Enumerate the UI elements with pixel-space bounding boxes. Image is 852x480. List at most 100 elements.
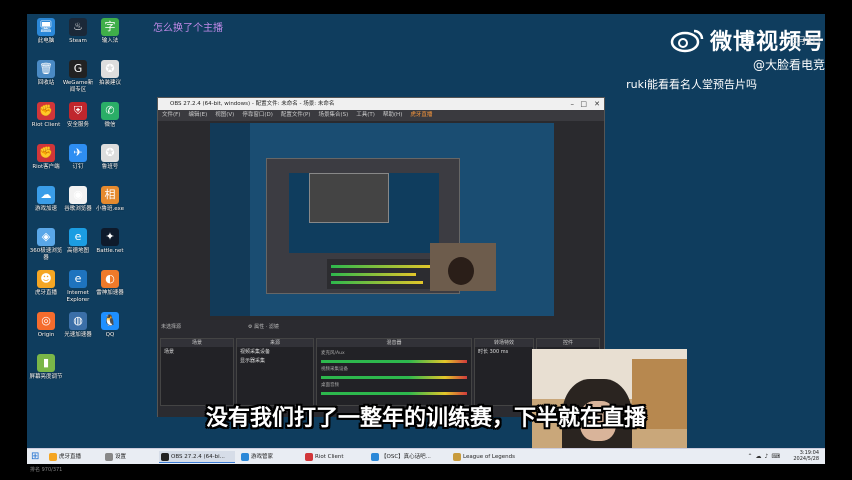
weibo-logo-icon: [670, 29, 704, 53]
props-button[interactable]: ⚙ 属性 · 滤镜: [248, 322, 279, 332]
scenes-dock: 场景 场景: [160, 338, 234, 406]
desktop-shortcut[interactable]: ✈ 订钉: [61, 144, 95, 171]
taskbar-item[interactable]: Riot Client: [303, 451, 365, 463]
desktop-shortcut[interactable]: 🐧 QQ: [93, 312, 127, 339]
origin-icon: ◎: [37, 312, 55, 330]
source-item[interactable]: 显示器采集: [237, 356, 313, 365]
obs-menu-item[interactable]: 工具(T): [356, 112, 375, 118]
dingtalk-icon: ✈: [69, 144, 87, 162]
desktop-shortcut[interactable]: 字输入法: [93, 18, 127, 45]
desktop-shortcut[interactable]: 相小鲁班.exe: [93, 186, 127, 213]
volume-meter[interactable]: [321, 392, 467, 395]
obs-menu-item[interactable]: 文件(F): [162, 112, 180, 118]
taskbar-clock[interactable]: 3:19:04 2024/5/28: [793, 450, 819, 462]
transition-header: 转场特效: [475, 339, 533, 347]
desktop-shortcut[interactable]: ✪ 拍装建议: [93, 60, 127, 87]
taskbar-item-label: Riot Client: [315, 454, 344, 460]
wechat-icon: ✆: [101, 102, 119, 120]
desktop-shortcut-label: 订钉: [72, 164, 84, 170]
taskbar-item[interactable]: 游戏管家: [239, 451, 299, 463]
screen: 怎么换了个主播 ruki能看看名人堂预告片吗 OBS 27.2.4 (64-bi…: [0, 0, 852, 480]
obs-menu-item[interactable]: 帮助(H): [383, 112, 402, 118]
desktop-shortcut[interactable]: ◍ 光速加速器: [61, 312, 95, 339]
desktop-shortcut[interactable]: 🖥 此电脑: [29, 18, 63, 45]
desktop-shortcut-label: 虎牙直播: [34, 290, 57, 296]
desktop-shortcut[interactable]: ✦ Battle.net: [93, 228, 127, 255]
video-subtitle: 没有我们打了一整年的训练赛，下半就在直播: [205, 406, 646, 431]
desktop-shortcut[interactable]: ◎ Origin: [29, 312, 63, 339]
desktop-shortcut[interactable]: ⛨ 安全服务: [61, 102, 95, 129]
desktop-shortcut-label: Internet Explorer: [66, 290, 90, 303]
windows-start-icon[interactable]: ⊞: [31, 452, 41, 462]
riot-client-icon: ✊: [37, 102, 55, 120]
taskbar-item[interactable]: 【OSC】真心话吧...: [369, 451, 447, 463]
watermark-date: 3月4日: [791, 37, 821, 47]
scene-item[interactable]: 场景: [161, 347, 233, 356]
minimize-icon[interactable]: –: [571, 98, 575, 110]
desktop-shortcut-label: Origin: [37, 332, 55, 338]
source-item[interactable]: 视频采集设备: [237, 347, 313, 356]
weibo-watermark: 微博视频号 @大脸看电竞 3月4日: [625, 24, 825, 73]
obs-menu-item[interactable]: 配置文件(P): [281, 112, 311, 118]
taskbar-item[interactable]: 虎牙直播: [47, 451, 99, 463]
obs-preview[interactable]: [210, 123, 554, 316]
taskbar-item-label: 游戏管家: [251, 454, 274, 460]
app-icon: ✪: [101, 144, 119, 162]
obs-menu-item[interactable]: 场景集合(S): [318, 112, 348, 118]
maximize-icon[interactable]: □: [580, 98, 587, 110]
huya-icon: ☻: [37, 270, 55, 288]
desktop-shortcut[interactable]: ✪ 鲁班号: [93, 144, 127, 171]
obs-menu-item[interactable]: 编辑(E): [188, 112, 207, 118]
obs-menu-item[interactable]: 虎牙直播: [410, 112, 432, 118]
desktop-shortcut[interactable]: ✊ Riot Client: [29, 102, 63, 129]
app-icon: [161, 453, 169, 461]
app-icon: ◐: [101, 270, 119, 288]
meter-bar: [331, 273, 416, 276]
close-icon[interactable]: ✕: [594, 98, 600, 110]
desktop-shortcut[interactable]: ✊ Riot客户端: [29, 144, 63, 171]
obs-menu-item[interactable]: 视图(V): [215, 112, 234, 118]
watermark-handle: @大脸看电竞: [752, 58, 825, 72]
desktop-shortcut[interactable]: e 高德地图: [61, 228, 95, 255]
obs-menubar: 文件(F) 编辑(E) 视图(V) 停靠窗口(D) 配置文件(P) 场景集合(S) 工具(T…: [158, 110, 604, 121]
steam-icon: ♨: [69, 18, 87, 36]
desktop-shortcut-label: 鲁班号: [101, 164, 119, 170]
qq-icon: 🐧: [101, 312, 119, 330]
desktop-shortcut[interactable]: 🗑 回收站: [29, 60, 63, 87]
taskbar-item[interactable]: OBS 27.2.4 (64-bi...: [159, 451, 235, 463]
status-row: 未选择源: [161, 324, 182, 330]
desktop-shortcut-label: 输入法: [101, 38, 119, 44]
obs-titlebar[interactable]: OBS 27.2.4 (64-bit, windows) - 配置文件: 未命名…: [158, 98, 604, 110]
volume-meter[interactable]: [321, 360, 467, 363]
desktop-shortcut[interactable]: ▮ 屏幕亮度调节: [29, 354, 63, 381]
desktop-shortcut[interactable]: ☻ 虎牙直播: [29, 270, 63, 297]
desktop-shortcut-label: Battle.net: [96, 248, 124, 254]
desktop-shortcut[interactable]: ♨ Steam: [61, 18, 95, 45]
sources-dock: 来源 视频采集设备 显示器采集: [236, 338, 314, 406]
obs-menu-item[interactable]: 停靠窗口(D): [242, 112, 273, 118]
transition-duration[interactable]: 时长 300 ms: [475, 347, 533, 356]
volume-meter[interactable]: [321, 376, 467, 379]
overlay-chat-note: 怎么换了个主播: [153, 23, 223, 34]
desktop-shortcut[interactable]: e Internet Explorer: [61, 270, 95, 304]
system-tray[interactable]: ⌃☁♪⌨: [747, 453, 783, 460]
taskbar-item[interactable]: 设置: [103, 451, 155, 463]
desktop-shortcut[interactable]: ◈ 360极速浏览器: [29, 228, 63, 262]
meter-bar: [331, 265, 431, 268]
app-icon: [241, 453, 249, 461]
clock-date: 2024/5/28: [793, 456, 819, 462]
desktop-shortcut[interactable]: ✆ 微信: [93, 102, 127, 129]
desktop-shortcut[interactable]: ◉ 谷歌浏览器: [61, 186, 95, 213]
desktop-shortcut[interactable]: ☁ 游戏加速: [29, 186, 63, 213]
wegame-icon: G: [69, 60, 87, 78]
desktop-shortcut[interactable]: G WeGame新闻专区: [61, 60, 95, 94]
taskbar: ⊞ ⌃☁♪⌨ 3:19:04 2024/5/28 虎牙直播 设置 OBS 27.2.…: [27, 448, 825, 464]
desktop-shortcut[interactable]: ◐ 雷神加速器: [93, 270, 127, 297]
desktop-shortcut-label: 游戏加速: [34, 206, 57, 212]
overlay-chat-line: ruki能看看名人堂预告片吗: [626, 78, 757, 91]
edge-icon: e: [69, 228, 87, 246]
taskbar-item[interactable]: League of Legends: [451, 451, 531, 463]
chart-icon: ▮: [37, 354, 55, 372]
app-icon: [453, 453, 461, 461]
desktop-shortcut-label: 屏幕亮度调节: [29, 374, 63, 380]
